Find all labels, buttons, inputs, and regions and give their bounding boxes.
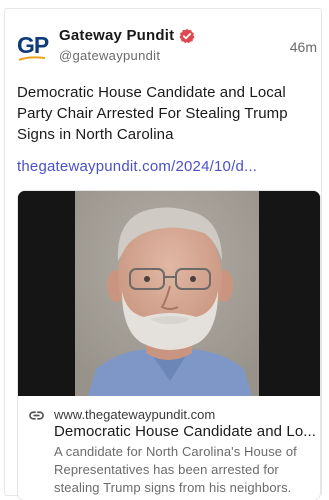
post-timestamp[interactable]: 46m [290,39,317,55]
name-row: Gateway Pundit [59,27,195,44]
link-preview-card[interactable]: www.thegatewaypundit.com Democratic Hous… [17,190,321,500]
display-name[interactable]: Gateway Pundit [59,27,174,44]
post-card[interactable]: GP Gateway Pundit @gatewaypundit 46m Dem… [4,8,322,500]
post-link[interactable]: thegatewaypundit.com/2024/10/d... [17,158,317,175]
avatar-logo-text: GP [17,32,49,58]
verified-badge-icon [179,28,195,43]
link-preview-image[interactable] [18,191,320,396]
link-title[interactable]: Democratic House Candidate and Lo... [54,423,316,440]
link-description: A candidate for North Carolina's House o… [54,444,297,495]
link-chain-icon [29,411,44,420]
account-handle[interactable]: @gatewaypundit [59,48,160,63]
post-header: GP Gateway Pundit @gatewaypundit 46m [17,25,317,69]
avatar[interactable]: GP [17,31,49,63]
logo-swoosh-icon [18,56,46,61]
post-text: Democratic House Candidate and Local Par… [17,84,288,143]
link-meta[interactable]: www.thegatewaypundit.com Democratic Hous… [18,396,320,500]
link-domain: www.thegatewaypundit.com [54,407,216,422]
mugshot-photo [18,191,320,396]
